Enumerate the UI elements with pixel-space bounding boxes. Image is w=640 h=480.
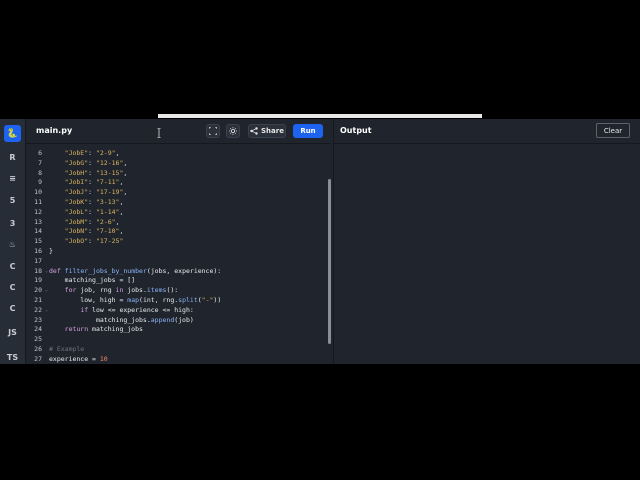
editor-toolbar: main.py Share Run — [26, 119, 331, 144]
code-text: "JobE": "2-9", — [64, 149, 120, 157]
code-text: "JobN": "7-10", — [64, 227, 124, 236]
code-text: # Example — [49, 345, 85, 353]
line-number: 11 — [34, 198, 42, 206]
code-text: "JobI": "7-11", — [64, 178, 124, 187]
line-number: 26 — [34, 345, 42, 353]
css3-icon[interactable]: 3 — [4, 215, 21, 232]
code-text: "JobH": "13-15", — [64, 168, 128, 177]
line-number: 13 — [34, 217, 42, 226]
top-progress-bar — [158, 114, 482, 118]
code-editor[interactable]: 6 "JobE": "2-9", 7 "JobG": "12-16", 8 "Job… — [26, 144, 326, 364]
code-text: for job, rng in jobs.items(): — [64, 286, 179, 295]
code-text: "JobM": "2-6", — [64, 217, 120, 226]
line-number: 19 — [34, 276, 42, 285]
mouse-cursor — [157, 127, 161, 139]
line-number: 17 — [34, 256, 42, 265]
python-icon[interactable]: 🐍 — [4, 125, 21, 142]
line-number: 25 — [34, 335, 42, 344]
code-text: "JobK": "3-13", — [64, 198, 124, 206]
clear-label: Clear — [603, 126, 623, 135]
code-text: "JobJ": "17-19", — [64, 188, 128, 197]
fullscreen-icon — [209, 127, 217, 135]
line-number: 16 — [34, 247, 42, 255]
output-toolbar: Output Clear — [334, 119, 640, 144]
line-number: 23 — [34, 315, 42, 324]
code-text: if low <= experience <= high: — [80, 305, 194, 314]
line-number: 7 — [38, 158, 42, 167]
line-number: 6 — [38, 149, 42, 157]
line-number: 21 — [34, 296, 42, 304]
editor-scrollbar[interactable] — [328, 179, 331, 344]
typescript-icon[interactable]: TS — [4, 349, 21, 366]
line-number: 12 — [34, 207, 42, 216]
line-number: 8 — [38, 168, 42, 177]
fullscreen-button[interactable] — [206, 124, 220, 138]
html5-icon[interactable]: 5 — [4, 192, 21, 209]
output-title: Output — [340, 126, 372, 135]
language-sidebar: 🐍 R ≡ 5 3 ♨ C C C JS TS — [0, 119, 26, 364]
code-text: experience = 10 — [49, 354, 108, 363]
code-text: "JobG": "12-16", — [64, 158, 128, 167]
csharp-icon[interactable]: C — [4, 300, 21, 317]
line-number: 27 — [34, 354, 42, 363]
share-button[interactable]: Share — [248, 124, 286, 138]
code-text: low, high = map(int, rng.split("-")) — [49, 296, 222, 304]
javascript-icon[interactable]: JS — [4, 324, 21, 341]
database-icon[interactable]: ≡ — [4, 170, 21, 187]
line-number: 10 — [34, 188, 42, 197]
code-text: "JobO": "17-25" — [64, 237, 124, 246]
clear-button[interactable]: Clear — [596, 123, 630, 138]
file-tab-main[interactable]: main.py — [36, 126, 72, 135]
theme-toggle-button[interactable] — [226, 124, 240, 138]
run-label: Run — [300, 127, 316, 135]
share-label: Share — [261, 127, 284, 135]
code-text: "JobL": "1-14", — [64, 207, 124, 216]
code-text: } — [49, 247, 53, 255]
line-number: 24 — [34, 325, 42, 334]
line-number: 15 — [34, 237, 42, 246]
cpp-icon[interactable]: C — [4, 279, 21, 296]
line-number: 18 — [34, 266, 42, 275]
line-number: 9 — [38, 178, 42, 187]
java-icon[interactable]: ♨ — [4, 236, 21, 253]
line-number: 14 — [34, 227, 42, 236]
run-button[interactable]: Run — [293, 124, 323, 138]
r-icon[interactable]: R — [4, 149, 21, 166]
fold-chevron-icon[interactable]: ⌄ — [45, 305, 48, 315]
fold-chevron-icon[interactable]: ⌄ — [45, 266, 48, 276]
code-playground: 🐍 R ≡ 5 3 ♨ C C C JS TS main.py Share Run — [0, 119, 640, 364]
fold-chevron-icon[interactable]: ⌄ — [45, 285, 48, 295]
output-panel — [334, 144, 640, 364]
code-text: matching_jobs.append(job) — [49, 315, 194, 324]
line-number: 20 — [34, 286, 42, 295]
code-text: return matching_jobs — [64, 325, 143, 334]
c-icon[interactable]: C — [4, 258, 21, 275]
sun-icon — [229, 127, 237, 135]
line-number: 22 — [34, 305, 42, 314]
share-icon — [250, 127, 258, 135]
code-text: def filter_jobs_by_number(jobs, experien… — [49, 266, 222, 275]
code-text: matching_jobs = [] — [49, 276, 136, 285]
